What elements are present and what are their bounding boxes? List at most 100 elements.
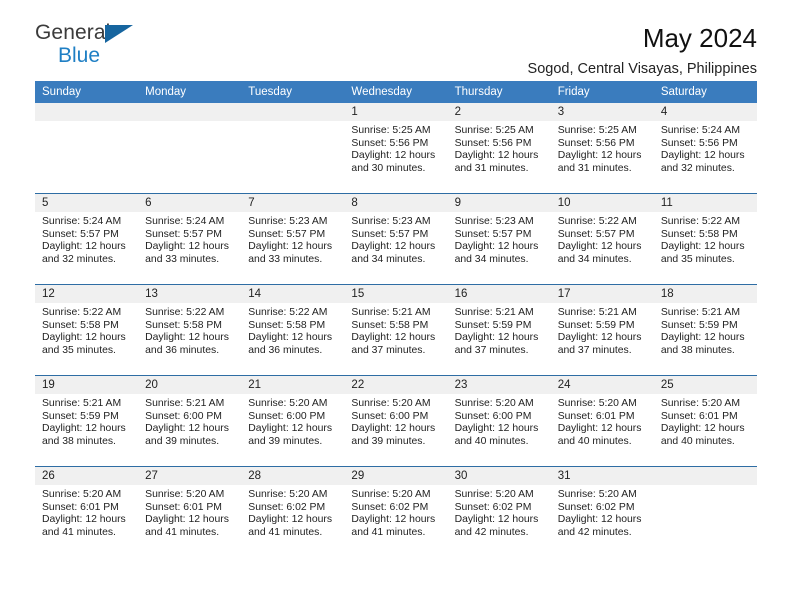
sunrise-text: Sunrise: 5:25 AM bbox=[351, 125, 431, 136]
sunset-text: Sunset: 5:56 PM bbox=[351, 137, 429, 149]
daylight-text-line2: and 42 minutes. bbox=[557, 526, 632, 538]
sun-info: Sunrise: 5:20 AM Sunset: 6:01 PM Daylight:… bbox=[35, 485, 138, 539]
calendar-day-cell[interactable]: 6 Sunrise: 5:24 AM Sunset: 5:57 PM Daylight… bbox=[138, 194, 242, 284]
calendar-day-cell[interactable]: 7 Sunrise: 5:23 AM Sunset: 5:57 PM Daylight… bbox=[241, 194, 345, 284]
calendar-day-cell[interactable]: 26 Sunrise: 5:20 AM Sunset: 6:01 PM Dayligh… bbox=[35, 467, 139, 557]
calendar-day-cell[interactable]: 3 Sunrise: 5:25 AM Sunset: 5:56 PM Daylight… bbox=[550, 103, 654, 193]
logo-word-blue: Blue bbox=[58, 44, 101, 67]
day-number: 30 bbox=[447, 467, 551, 485]
calendar-day-cell[interactable]: 15 Sunrise: 5:21 AM Sunset: 5:58 PM Dayligh… bbox=[344, 285, 448, 375]
daylight-text-line2: and 41 minutes. bbox=[248, 526, 323, 538]
calendar-day-cell[interactable]: 8 Sunrise: 5:23 AM Sunset: 5:57 PM Daylight… bbox=[344, 194, 448, 284]
daylight-text-line1: Daylight: 12 hours bbox=[145, 423, 229, 435]
sun-info: Sunrise: 5:22 AM Sunset: 5:57 PM Daylight:… bbox=[551, 212, 654, 266]
calendar-day-cell[interactable]: 2 Sunrise: 5:25 AM Sunset: 5:56 PM Daylight… bbox=[447, 103, 551, 193]
calendar-day-cell[interactable]: 27 Sunrise: 5:20 AM Sunset: 6:01 PM Dayligh… bbox=[138, 467, 242, 557]
sunrise-text: Sunrise: 5:24 AM bbox=[145, 216, 225, 227]
sun-info: Sunrise: 5:21 AM Sunset: 5:59 PM Daylight:… bbox=[551, 303, 654, 357]
calendar-day-cell[interactable]: 11 Sunrise: 5:22 AM Sunset: 5:58 PM Dayligh… bbox=[653, 194, 757, 284]
daylight-text-line2: and 33 minutes. bbox=[248, 253, 323, 265]
daylight-text-line2: and 40 minutes. bbox=[660, 435, 735, 447]
day-number: 3 bbox=[550, 103, 654, 121]
calendar-day-cell[interactable]: 9 Sunrise: 5:23 AM Sunset: 5:57 PM Daylight… bbox=[447, 194, 551, 284]
daylight-text-line2: and 37 minutes. bbox=[454, 344, 529, 356]
calendar-day-cell[interactable]: 18 Sunrise: 5:21 AM Sunset: 5:59 PM Dayligh… bbox=[653, 285, 757, 375]
general-blue-logo[interactable]: General Blue bbox=[35, 22, 150, 68]
day-number: 27 bbox=[138, 467, 242, 485]
day-number: 11 bbox=[653, 194, 757, 212]
page-subtitle: Sogod, Central Visayas, Philippines bbox=[527, 60, 757, 77]
sun-info: Sunrise: 5:24 AM Sunset: 5:57 PM Daylight:… bbox=[35, 212, 138, 266]
sunrise-text: Sunrise: 5:20 AM bbox=[145, 489, 225, 500]
daylight-text-line1: Daylight: 12 hours bbox=[351, 514, 436, 526]
calendar-day-cell[interactable]: 31 Sunrise: 5:20 AM Sunset: 6:02 PM Dayligh… bbox=[550, 467, 654, 557]
day-number: 12 bbox=[35, 285, 139, 303]
calendar-day-cell[interactable]: 1 Sunrise: 5:25 AM Sunset: 5:56 PM Daylight… bbox=[344, 103, 448, 193]
calendar-day-cell[interactable]: 30 Sunrise: 5:20 AM Sunset: 6:02 PM Dayligh… bbox=[447, 467, 551, 557]
day-number: 2 bbox=[447, 103, 551, 121]
calendar-day-cell[interactable]: 23 Sunrise: 5:20 AM Sunset: 6:00 PM Dayligh… bbox=[447, 376, 551, 466]
calendar-day-cell[interactable]: 19 Sunrise: 5:21 AM Sunset: 5:59 PM Dayligh… bbox=[35, 376, 139, 466]
sun-info: Sunrise: 5:22 AM Sunset: 5:58 PM Daylight:… bbox=[138, 303, 241, 357]
calendar-day-cell[interactable]: 10 Sunrise: 5:22 AM Sunset: 5:57 PM Dayligh… bbox=[550, 194, 654, 284]
sunset-text: Sunset: 5:58 PM bbox=[248, 319, 326, 331]
day-number: 31 bbox=[550, 467, 654, 485]
sunrise-text: Sunrise: 5:20 AM bbox=[557, 398, 637, 409]
sunset-text: Sunset: 6:01 PM bbox=[557, 410, 635, 422]
sun-info: Sunrise: 5:20 AM Sunset: 6:00 PM Daylight:… bbox=[241, 394, 344, 448]
daylight-text-line2: and 34 minutes. bbox=[454, 253, 529, 265]
daylight-text-line1: Daylight: 12 hours bbox=[42, 241, 126, 253]
sun-info: Sunrise: 5:23 AM Sunset: 5:57 PM Daylight:… bbox=[344, 212, 447, 266]
day-number: 25 bbox=[653, 376, 757, 394]
calendar-day-cell[interactable]: 29 Sunrise: 5:20 AM Sunset: 6:02 PM Dayligh… bbox=[344, 467, 448, 557]
daylight-text-line1: Daylight: 12 hours bbox=[248, 423, 333, 435]
calendar-day-cell-empty bbox=[35, 103, 139, 193]
calendar-day-cell[interactable]: 12 Sunrise: 5:22 AM Sunset: 5:58 PM Dayligh… bbox=[35, 285, 139, 375]
calendar-day-cell[interactable]: 5 Sunrise: 5:24 AM Sunset: 5:57 PM Daylight… bbox=[35, 194, 139, 284]
sun-info: Sunrise: 5:24 AM Sunset: 5:57 PM Daylight:… bbox=[138, 212, 241, 266]
day-number bbox=[35, 103, 139, 121]
calendar-day-cell[interactable]: 13 Sunrise: 5:22 AM Sunset: 5:58 PM Dayligh… bbox=[138, 285, 242, 375]
weekday-header-tuesday: Tuesday bbox=[241, 81, 345, 103]
day-number: 16 bbox=[447, 285, 551, 303]
calendar-day-cell[interactable]: 16 Sunrise: 5:21 AM Sunset: 5:59 PM Dayligh… bbox=[447, 285, 551, 375]
calendar-day-cell[interactable]: 25 Sunrise: 5:20 AM Sunset: 6:01 PM Dayligh… bbox=[653, 376, 757, 466]
day-number: 20 bbox=[138, 376, 242, 394]
sunrise-text: Sunrise: 5:20 AM bbox=[351, 489, 431, 500]
sun-info: Sunrise: 5:23 AM Sunset: 5:57 PM Daylight:… bbox=[241, 212, 344, 266]
daylight-text-line1: Daylight: 12 hours bbox=[557, 150, 642, 162]
calendar-day-cell[interactable]: 28 Sunrise: 5:20 AM Sunset: 6:02 PM Dayligh… bbox=[241, 467, 345, 557]
sun-info: Sunrise: 5:21 AM Sunset: 5:59 PM Daylight:… bbox=[654, 303, 757, 357]
calendar-day-cell[interactable]: 24 Sunrise: 5:20 AM Sunset: 6:01 PM Dayligh… bbox=[550, 376, 654, 466]
calendar-day-cell[interactable]: 17 Sunrise: 5:21 AM Sunset: 5:59 PM Dayligh… bbox=[550, 285, 654, 375]
sun-info: Sunrise: 5:20 AM Sunset: 6:01 PM Daylight:… bbox=[654, 394, 757, 448]
calendar-day-cell[interactable]: 20 Sunrise: 5:21 AM Sunset: 6:00 PM Dayligh… bbox=[138, 376, 242, 466]
sun-info: Sunrise: 5:20 AM Sunset: 6:02 PM Daylight:… bbox=[241, 485, 344, 539]
sun-info: Sunrise: 5:21 AM Sunset: 5:58 PM Daylight:… bbox=[344, 303, 447, 357]
daylight-text-line2: and 41 minutes. bbox=[42, 526, 116, 538]
sunrise-text: Sunrise: 5:24 AM bbox=[42, 216, 122, 227]
calendar-day-cell[interactable]: 21 Sunrise: 5:20 AM Sunset: 6:00 PM Dayligh… bbox=[241, 376, 345, 466]
sunrise-text: Sunrise: 5:22 AM bbox=[42, 307, 122, 318]
sun-info: Sunrise: 5:20 AM Sunset: 6:01 PM Daylight:… bbox=[138, 485, 241, 539]
calendar-day-cell[interactable]: 22 Sunrise: 5:20 AM Sunset: 6:00 PM Dayligh… bbox=[344, 376, 448, 466]
day-number: 10 bbox=[550, 194, 654, 212]
daylight-text-line2: and 38 minutes. bbox=[42, 435, 116, 447]
calendar-day-cell[interactable]: 14 Sunrise: 5:22 AM Sunset: 5:58 PM Dayligh… bbox=[241, 285, 345, 375]
day-number: 9 bbox=[447, 194, 551, 212]
day-number: 26 bbox=[35, 467, 139, 485]
sun-info: Sunrise: 5:23 AM Sunset: 5:57 PM Daylight:… bbox=[448, 212, 551, 266]
calendar-header-row: Sunday Monday Tuesday Wednesday Thursday Frid… bbox=[35, 81, 757, 103]
sunset-text: Sunset: 6:01 PM bbox=[660, 410, 738, 422]
daylight-text-line2: and 37 minutes. bbox=[351, 344, 426, 356]
daylight-text-line1: Daylight: 12 hours bbox=[660, 150, 745, 162]
sunset-text: Sunset: 6:00 PM bbox=[145, 410, 222, 422]
day-number: 8 bbox=[344, 194, 448, 212]
daylight-text-line1: Daylight: 12 hours bbox=[145, 514, 229, 526]
sunrise-text: Sunrise: 5:21 AM bbox=[557, 307, 637, 318]
day-number: 29 bbox=[344, 467, 448, 485]
page-header: General Blue May 2024 Sogod, Central Vis… bbox=[35, 0, 757, 77]
sun-info: Sunrise: 5:20 AM Sunset: 6:00 PM Daylight:… bbox=[448, 394, 551, 448]
calendar-day-cell[interactable]: 4 Sunrise: 5:24 AM Sunset: 5:56 PM Daylight… bbox=[653, 103, 757, 193]
day-number: 18 bbox=[653, 285, 757, 303]
